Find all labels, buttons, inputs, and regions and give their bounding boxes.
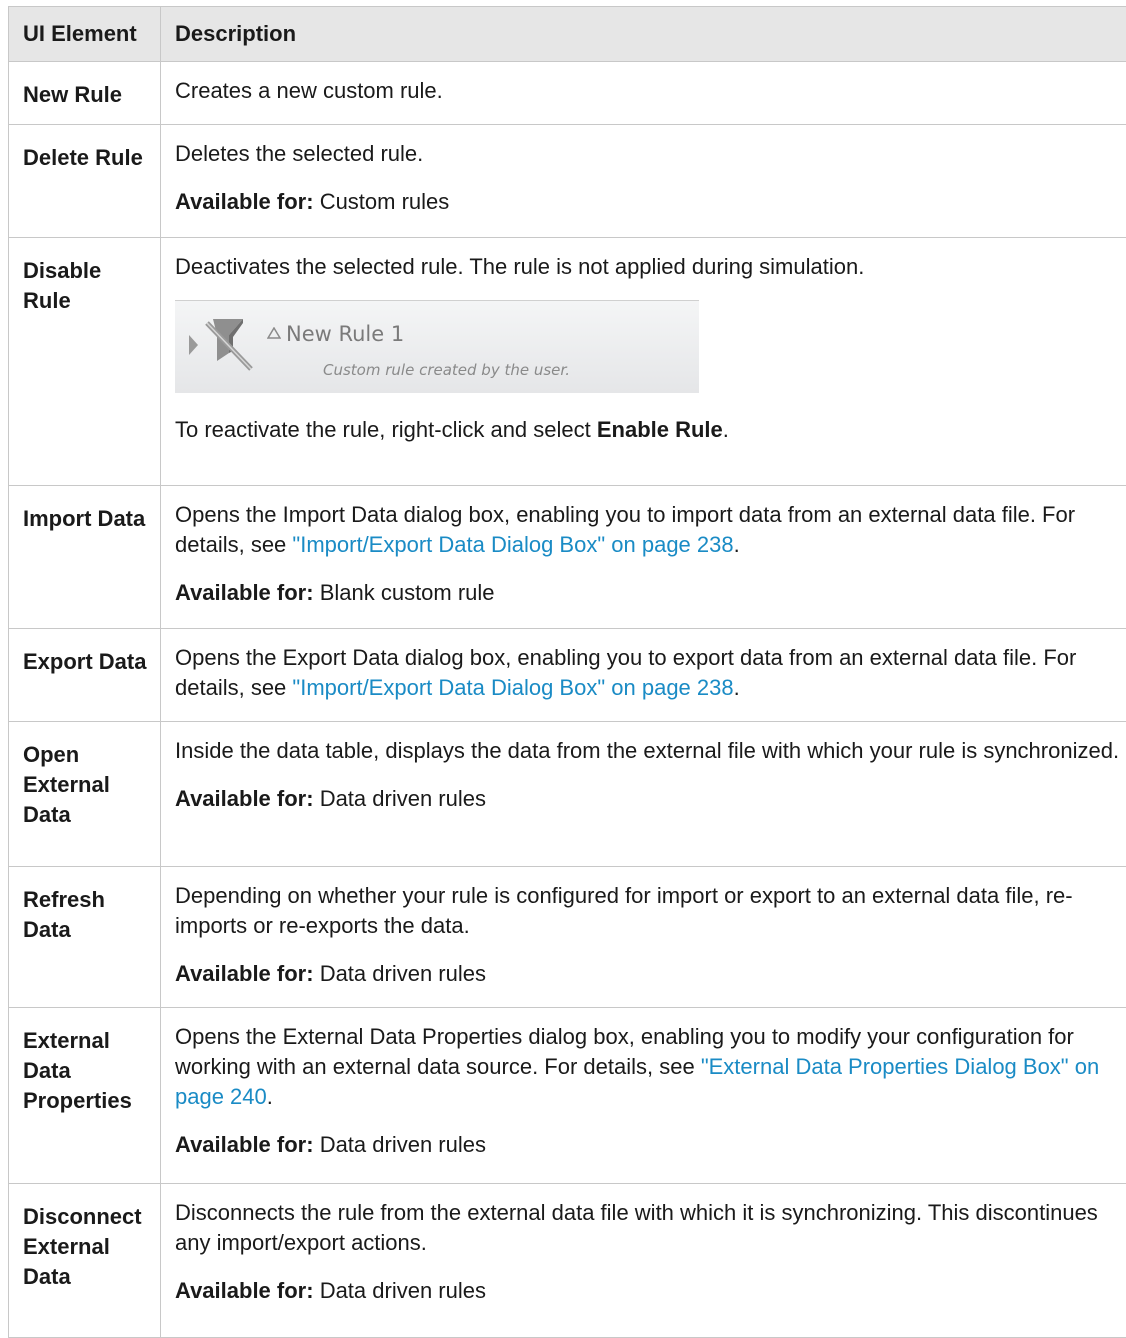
description-text: Disconnects the rule from the external d… bbox=[175, 1198, 1123, 1258]
description-text: Opens the Import Data dialog box, enabli… bbox=[175, 500, 1123, 560]
description-cell: Creates a new custom rule. bbox=[161, 62, 1126, 125]
availability-value: Data driven rules bbox=[320, 1132, 486, 1157]
note-text-end: . bbox=[723, 417, 729, 442]
table-row: New Rule Creates a new custom rule. bbox=[9, 62, 1126, 125]
ui-element-name: Import Data bbox=[9, 486, 161, 629]
availability-line: Available for: Data driven rules bbox=[175, 784, 1123, 814]
availability-label: Available for: bbox=[175, 189, 314, 214]
disabled-rule-preview: New Rule 1 Custom rule created by the us… bbox=[175, 300, 699, 393]
availability-value: Data driven rules bbox=[320, 786, 486, 811]
rule-disabled-icon bbox=[199, 313, 259, 377]
description-end: . bbox=[734, 532, 740, 557]
table-row: Delete Rule Deletes the selected rule. A… bbox=[9, 125, 1126, 238]
description-end: . bbox=[734, 675, 740, 700]
description-cell: Depending on whether your rule is config… bbox=[161, 867, 1126, 1008]
availability-line: Available for: Data driven rules bbox=[175, 1130, 1123, 1160]
table-row: Import Data Opens the Import Data dialog… bbox=[9, 486, 1126, 629]
table-header-row: UI Element Description bbox=[9, 7, 1126, 62]
description-cell: Inside the data table, displays the data… bbox=[161, 722, 1126, 867]
ui-element-name: New Rule bbox=[9, 62, 161, 125]
table-row: Export Data Opens the Export Data dialog… bbox=[9, 629, 1126, 722]
ui-elements-table: UI Element Description New Rule Creates … bbox=[8, 6, 1126, 1338]
description-cell: Disconnects the rule from the external d… bbox=[161, 1184, 1126, 1338]
description-text: Deactivates the selected rule. The rule … bbox=[175, 252, 1123, 282]
ui-element-name: Delete Rule bbox=[9, 125, 161, 238]
header-description: Description bbox=[161, 7, 1126, 62]
table-row: Refresh Data Depending on whether your r… bbox=[9, 867, 1126, 1008]
collapse-triangle-icon bbox=[267, 327, 281, 339]
ui-element-name: External Data Properties bbox=[9, 1008, 161, 1184]
description-cell: Deactivates the selected rule. The rule … bbox=[161, 238, 1126, 486]
availability-value: Data driven rules bbox=[320, 1278, 486, 1303]
note-text: To reactivate the rule, right-click and … bbox=[175, 417, 597, 442]
preview-rule-description: Custom rule created by the user. bbox=[323, 355, 570, 385]
availability-value: Blank custom rule bbox=[320, 580, 495, 605]
description-cell: Opens the Import Data dialog box, enabli… bbox=[161, 486, 1126, 629]
availability-value: Data driven rules bbox=[320, 961, 486, 986]
availability-line: Available for: Data driven rules bbox=[175, 959, 1123, 989]
availability-label: Available for: bbox=[175, 580, 314, 605]
preview-rule-name: New Rule 1 bbox=[286, 319, 404, 349]
availability-value: Custom rules bbox=[320, 189, 450, 214]
table-row: Disconnect External Data Disconnects the… bbox=[9, 1184, 1126, 1338]
ui-element-name: Export Data bbox=[9, 629, 161, 722]
description-text: Deletes the selected rule. bbox=[175, 139, 1123, 169]
availability-line: Available for: Data driven rules bbox=[175, 1276, 1123, 1306]
availability-label: Available for: bbox=[175, 1132, 314, 1157]
ui-element-name: Disconnect External Data bbox=[9, 1184, 161, 1338]
ui-element-name: Open External Data bbox=[9, 722, 161, 867]
availability-line: Available for: Blank custom rule bbox=[175, 578, 1123, 608]
header-ui-element: UI Element bbox=[9, 7, 161, 62]
availability-label: Available for: bbox=[175, 1278, 314, 1303]
ui-element-name: Disable Rule bbox=[9, 238, 161, 486]
enable-rule-term: Enable Rule bbox=[597, 417, 723, 442]
expand-arrow-icon bbox=[189, 335, 198, 355]
reactivate-note: To reactivate the rule, right-click and … bbox=[175, 415, 1123, 445]
import-export-dialog-link[interactable]: "Import/Export Data Dialog Box" on page … bbox=[292, 675, 733, 700]
description-end: . bbox=[267, 1084, 273, 1109]
description-text: Creates a new custom rule. bbox=[175, 76, 1123, 106]
description-cell: Deletes the selected rule. Available for… bbox=[161, 125, 1126, 238]
table-row: External Data Properties Opens the Exter… bbox=[9, 1008, 1126, 1184]
description-text: Inside the data table, displays the data… bbox=[175, 736, 1123, 766]
description-text: Opens the Export Data dialog box, enabli… bbox=[175, 643, 1123, 703]
table-row: Disable Rule Deactivates the selected ru… bbox=[9, 238, 1126, 486]
description-text: Depending on whether your rule is config… bbox=[175, 881, 1123, 941]
description-cell: Opens the Export Data dialog box, enabli… bbox=[161, 629, 1126, 722]
availability-label: Available for: bbox=[175, 961, 314, 986]
ui-element-name: Refresh Data bbox=[9, 867, 161, 1008]
import-export-dialog-link[interactable]: "Import/Export Data Dialog Box" on page … bbox=[292, 532, 733, 557]
table-row: Open External Data Inside the data table… bbox=[9, 722, 1126, 867]
availability-line: Available for: Custom rules bbox=[175, 187, 1123, 217]
availability-label: Available for: bbox=[175, 786, 314, 811]
description-text: Opens the External Data Properties dialo… bbox=[175, 1022, 1123, 1112]
description-cell: Opens the External Data Properties dialo… bbox=[161, 1008, 1126, 1184]
